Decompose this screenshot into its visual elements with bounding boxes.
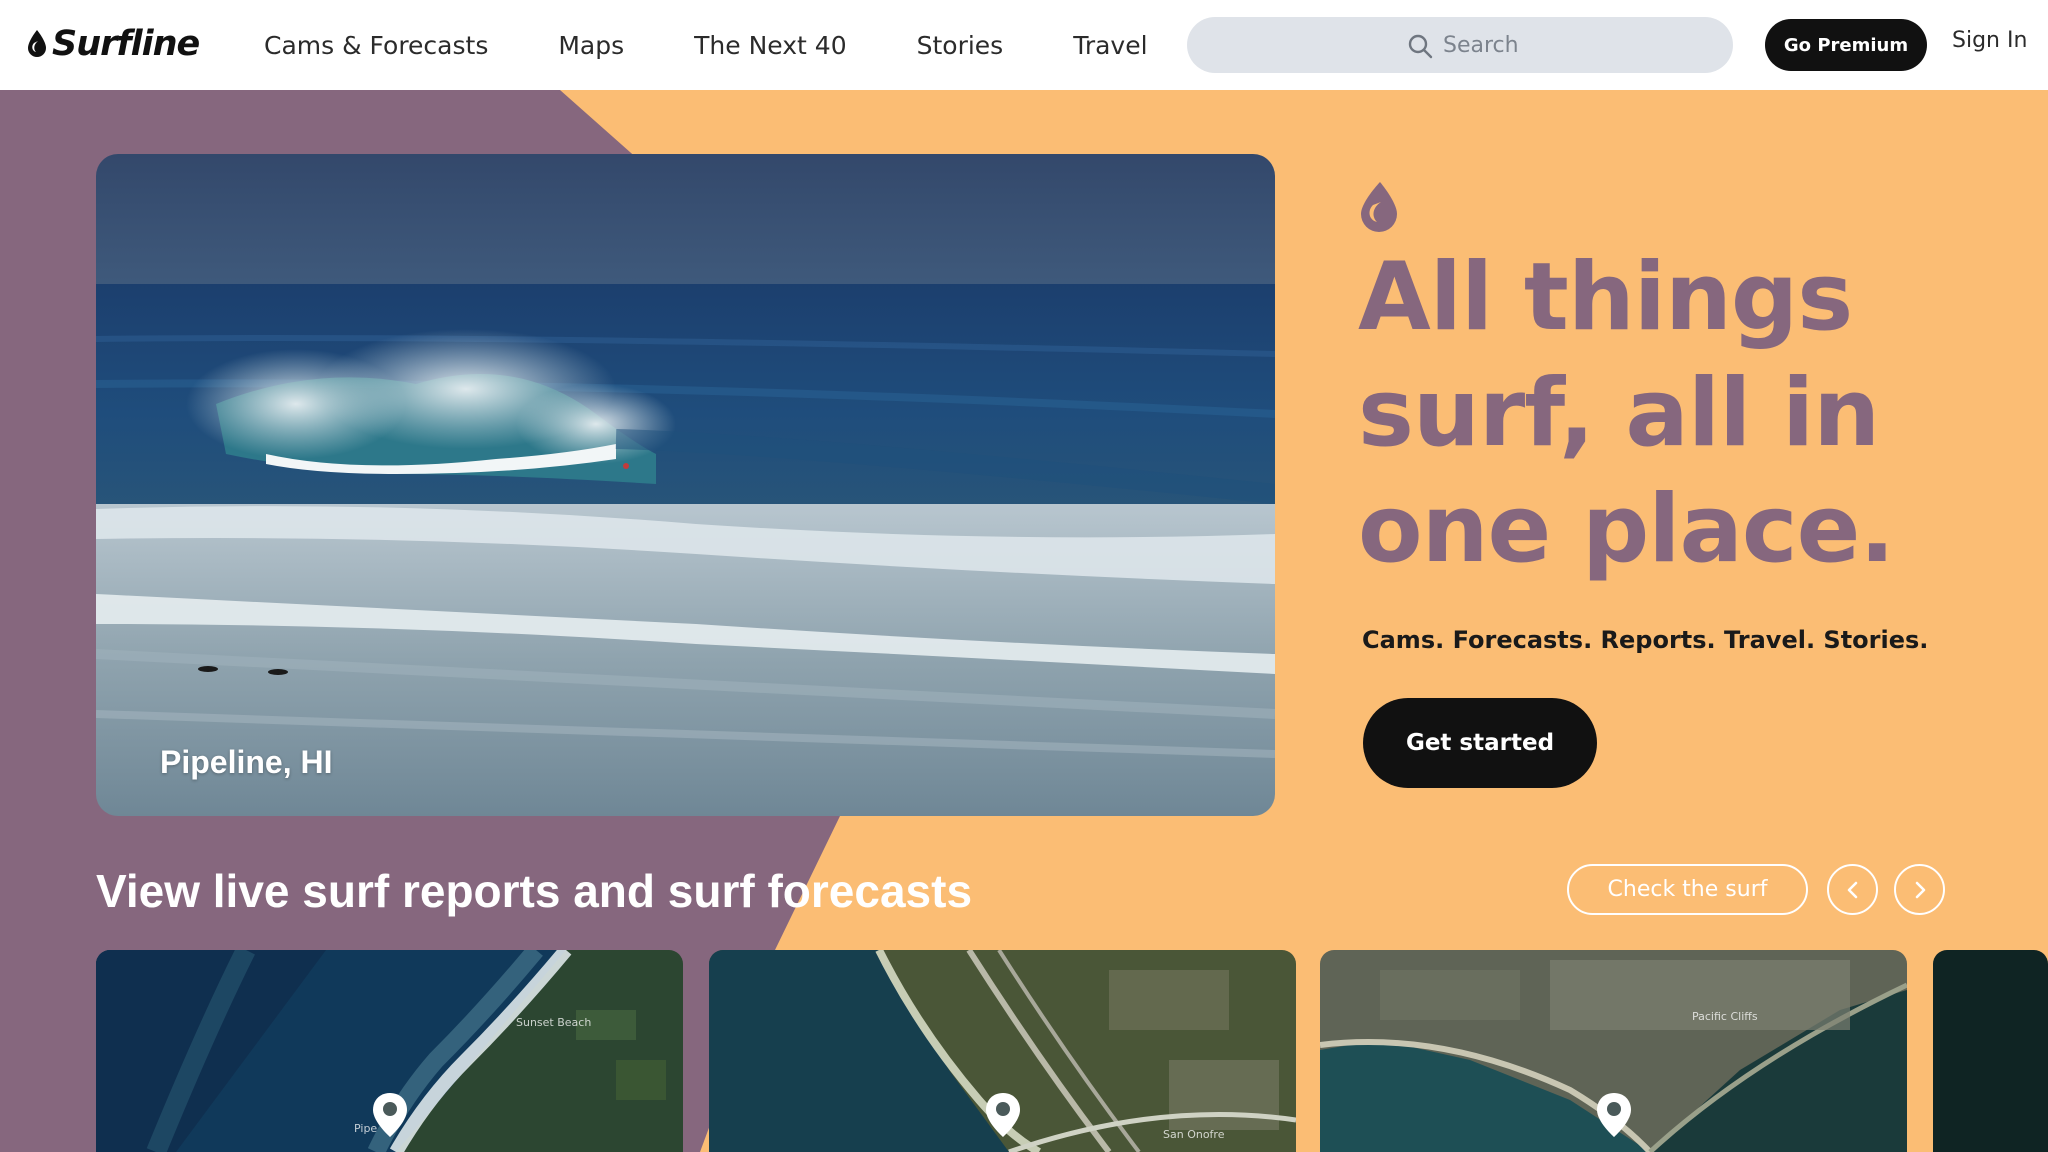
hero-cam-image[interactable]: Pipeline, HI [96, 154, 1275, 816]
search-bar[interactable] [1187, 17, 1733, 73]
carousel-next-button[interactable] [1894, 864, 1945, 915]
chevron-right-icon [1915, 881, 1925, 898]
spot-card[interactable] [1933, 950, 2048, 1152]
spot-card[interactable]: Pacific Cliffs [1320, 950, 1907, 1152]
map-pin-icon [1597, 1093, 1631, 1137]
search-icon [1408, 34, 1433, 59]
spot-card[interactable]: Sunset Beach Pipe [96, 950, 683, 1152]
map-label: Pacific Cliffs [1692, 1010, 1758, 1023]
get-started-button[interactable]: Get started [1363, 698, 1597, 788]
sign-in-link[interactable]: Sign In [1952, 28, 2027, 53]
map-label: San Onofre [1163, 1128, 1225, 1141]
nav-next-40[interactable]: The Next 40 [694, 31, 846, 60]
headline-line-1: All things [1358, 243, 1853, 352]
nav-cams-forecasts[interactable]: Cams & Forecasts [264, 31, 488, 60]
nav-maps[interactable]: Maps [558, 31, 624, 60]
map-label: Sunset Beach [516, 1016, 592, 1029]
wave-photo [96, 154, 1275, 816]
search-input[interactable] [1443, 17, 1713, 73]
hero-subline: Cams. Forecasts. Reports. Travel. Storie… [1362, 626, 1929, 654]
chevron-left-icon [1847, 881, 1857, 898]
check-the-surf-button[interactable]: Check the surf [1567, 864, 1808, 915]
headline-line-2: surf, all in [1358, 359, 1880, 468]
logo-text: Surfline [52, 24, 200, 64]
map-pin-icon [373, 1093, 407, 1137]
cam-location-caption: Pipeline, HI [160, 744, 333, 780]
surfline-drop-icon [28, 30, 46, 57]
section-title: View live surf reports and surf forecast… [96, 865, 973, 917]
surfline-drop-icon [1361, 182, 1397, 232]
map-pin-icon [986, 1093, 1020, 1137]
nav-travel[interactable]: Travel [1073, 31, 1147, 60]
spot-card[interactable]: San Onofre [709, 950, 1296, 1152]
nav-stories[interactable]: Stories [917, 31, 1004, 60]
top-header: Surfline Cams & Forecasts Maps The Next … [0, 0, 2048, 90]
carousel-prev-button[interactable] [1827, 864, 1878, 915]
go-premium-button[interactable]: Go Premium [1765, 19, 1927, 71]
surfline-logo[interactable]: Surfline [26, 24, 200, 64]
headline-line-3: one place. [1358, 475, 1895, 584]
hero-headline: All things surf, all in one place. [1358, 240, 1998, 588]
main-nav: Cams & Forecasts Maps The Next 40 Storie… [264, 0, 1148, 90]
